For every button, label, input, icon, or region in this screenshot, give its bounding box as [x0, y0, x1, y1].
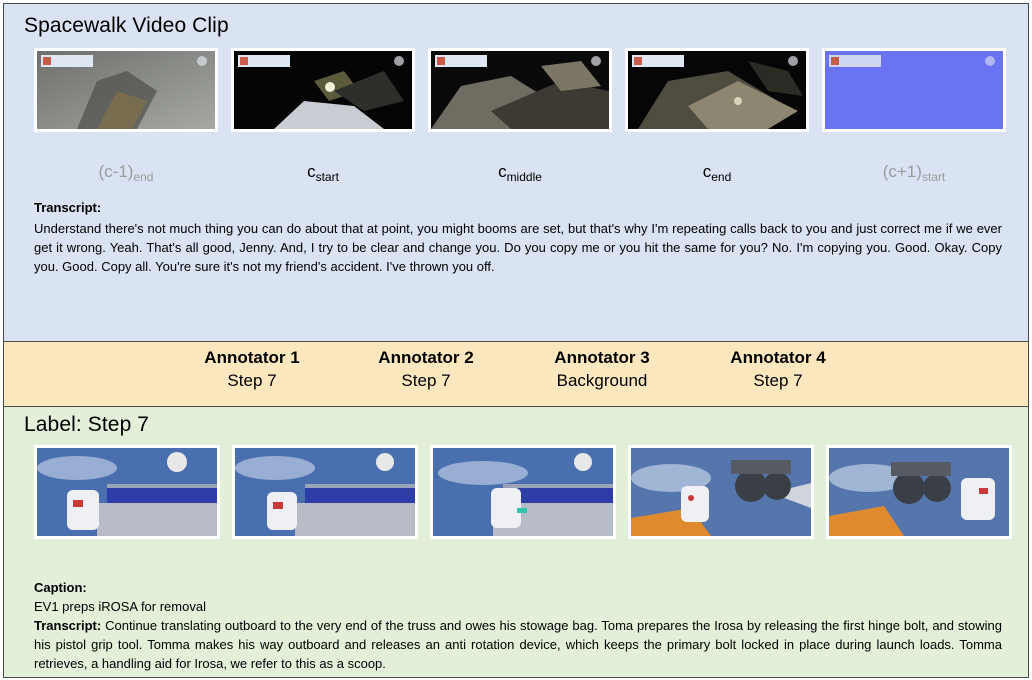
annotator-label: Background — [556, 371, 648, 390]
animation-frame-2 — [232, 445, 418, 539]
clip-frames — [34, 48, 1006, 132]
clip-transcript: Understand there's not much thing you ca… — [34, 221, 1002, 274]
video-frame-next-start — [822, 48, 1006, 132]
step-label-panel: Label: Step 7 Caption: EV1 preps iROSA f… — [3, 406, 1029, 678]
annotators-panel: Annotator 1 Step 7 Annotator 2 Step 7 An… — [3, 341, 1029, 407]
transcript-heading: Transcript: — [34, 200, 102, 215]
frame-label-start: cstart — [307, 162, 339, 184]
animation-frame-1 — [34, 445, 220, 539]
step-transcript-text: Continue translating outboard to the ver… — [34, 618, 1002, 671]
video-frame-start — [231, 48, 415, 132]
video-frame-prev-end — [34, 48, 218, 132]
frame-label-next-start: (c+1)start — [882, 162, 946, 184]
video-frame-end — [625, 48, 809, 132]
panel-title: Spacewalk Video Clip — [24, 14, 229, 37]
annotator-4: Annotator 4 Step 7 — [693, 346, 863, 392]
animation-frame-3 — [430, 445, 616, 539]
frame-label-end: cend — [702, 162, 732, 184]
transcript-heading: Transcript: — [34, 618, 102, 633]
animation-frame-5 — [826, 445, 1012, 539]
animation-frame-4 — [628, 445, 814, 539]
annotator-name: Annotator 1 — [204, 348, 300, 367]
caption-heading: Caption: — [34, 580, 87, 595]
annotator-name: Annotator 4 — [730, 348, 826, 367]
step-frames — [34, 445, 1012, 539]
annotator-label: Step 7 — [227, 371, 277, 390]
annotator-2: Annotator 2 Step 7 — [341, 346, 511, 392]
panel-title: Label: Step 7 — [24, 413, 150, 436]
step-transcript: Transcript: Continue translating outboar… — [34, 616, 1002, 673]
spacewalk-clip-panel: Spacewalk Video Clip (c-1)end cstart cmi… — [3, 3, 1029, 342]
annotator-name: Annotator 3 — [554, 348, 650, 367]
annotator-label: Step 7 — [753, 371, 803, 390]
annotator-name: Annotator 2 — [378, 348, 474, 367]
annotator-1: Annotator 1 Step 7 — [167, 346, 337, 392]
annotator-label: Step 7 — [401, 371, 451, 390]
annotator-3: Annotator 3 Background — [517, 346, 687, 392]
frame-label-prev-end: (c-1)end — [98, 162, 154, 184]
video-frame-middle — [428, 48, 612, 132]
frame-label-middle: cmiddle — [498, 162, 542, 184]
caption-text: EV1 preps iROSA for removal — [34, 599, 206, 614]
